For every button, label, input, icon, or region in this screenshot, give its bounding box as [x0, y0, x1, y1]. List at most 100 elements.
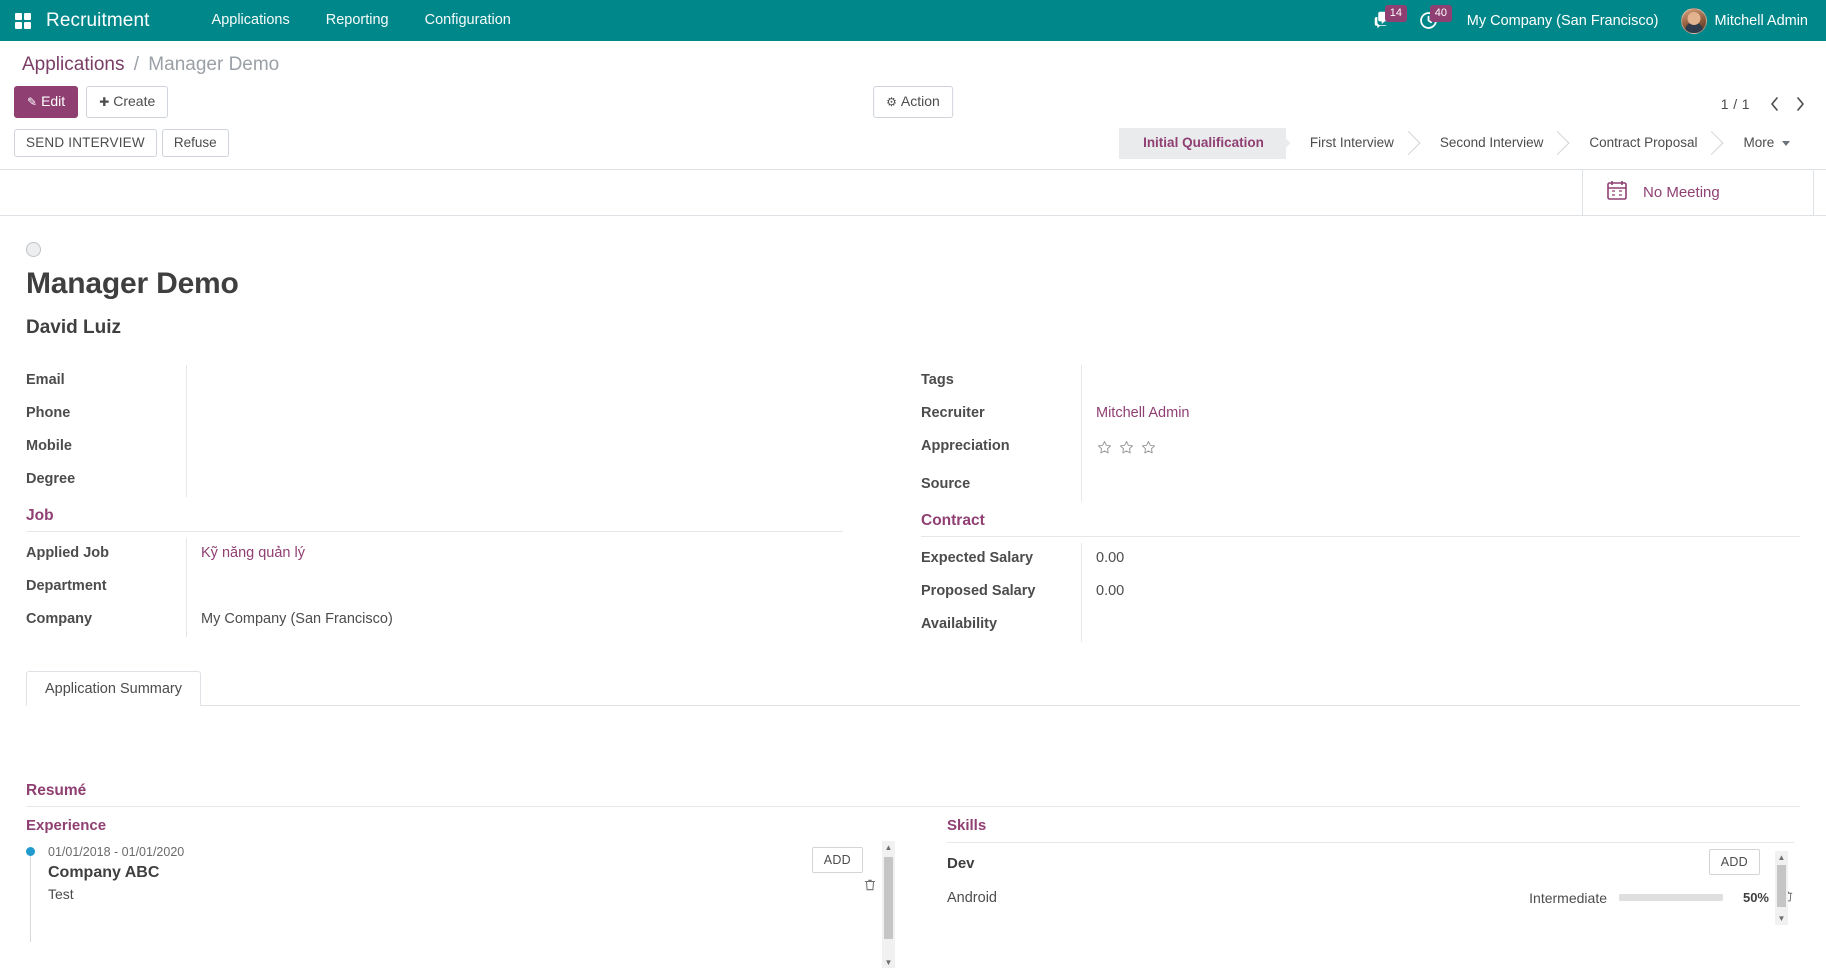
field-label: Appreciation: [921, 431, 1081, 463]
tab-application-summary[interactable]: Application Summary: [26, 671, 201, 706]
scroll-down-icon[interactable]: ▼: [882, 956, 895, 968]
field-value[interactable]: [186, 571, 843, 604]
stage-more-dropdown[interactable]: More: [1719, 128, 1812, 159]
stage-statusbar: Initial Qualification First Interview Se…: [1119, 128, 1812, 159]
skill-category-name: Dev: [947, 855, 975, 872]
skill-row: Android Intermediate 50%: [947, 883, 1794, 913]
field-value[interactable]: [186, 365, 843, 398]
field-label: Phone: [26, 398, 186, 430]
field-value[interactable]: [186, 464, 843, 497]
skills-column: Skills Dev ADD ▲ ▼ Android Intermediate: [913, 811, 1800, 913]
user-name: Mitchell Admin: [1715, 13, 1808, 29]
recruiter-link[interactable]: Mitchell Admin: [1096, 405, 1189, 421]
action-button[interactable]: ⚙Action: [873, 86, 953, 118]
field-label: Recruiter: [921, 398, 1081, 430]
meeting-smart-button[interactable]: No Meeting: [1582, 170, 1814, 215]
experience-scrollbar[interactable]: ▲ ▼: [882, 841, 895, 968]
stage-second-interview[interactable]: Second Interview: [1416, 128, 1566, 159]
user-menu[interactable]: Mitchell Admin: [1675, 8, 1818, 34]
experience-name[interactable]: Company ABC: [48, 864, 877, 882]
scroll-down-icon[interactable]: ▼: [1775, 912, 1788, 925]
pager-next-button[interactable]: [1788, 92, 1812, 116]
breadcrumb: Applications / Manager Demo: [0, 41, 1826, 82]
field-value[interactable]: [186, 398, 843, 431]
field-groups: Email Phone Mobile Degree Job Appli: [26, 365, 1800, 642]
field-value[interactable]: [1081, 609, 1800, 642]
refuse-button[interactable]: Refuse: [162, 129, 229, 157]
calendar-icon: [1605, 178, 1629, 207]
field-label: Mobile: [26, 431, 186, 463]
experience-date-range: 01/01/2018 - 01/01/2020: [48, 842, 877, 862]
field-value[interactable]: [1081, 365, 1800, 398]
control-panel: ✎Edit ✚Create ⚙Action 1 / 1: [0, 82, 1826, 122]
stage-contract-proposal[interactable]: Contract Proposal: [1565, 128, 1719, 159]
stage-initial-qualification[interactable]: Initial Qualification: [1119, 128, 1286, 159]
field-label: Email: [26, 365, 186, 397]
field-value: [1081, 431, 1800, 469]
activities-button[interactable]: 40: [1406, 0, 1451, 41]
priority-circle-icon[interactable]: [26, 242, 41, 257]
form-sheet: No Meeting Manager Demo David Luiz Email…: [0, 170, 1826, 913]
skill-name[interactable]: Android: [947, 890, 1517, 906]
stage-label: More: [1743, 135, 1774, 150]
field-value[interactable]: Mitchell Admin: [1081, 398, 1800, 431]
field-value[interactable]: [186, 431, 843, 464]
skills-scrollbar[interactable]: ▲ ▼: [1775, 851, 1788, 925]
company-switcher[interactable]: My Company (San Francisco): [1451, 13, 1675, 29]
scrollbar-thumb[interactable]: [884, 857, 893, 939]
pencil-icon: ✎: [27, 95, 37, 109]
avatar: [1681, 8, 1707, 34]
skills-add-button[interactable]: ADD: [1709, 849, 1760, 875]
menu-item-applications[interactable]: Applications: [194, 0, 308, 41]
field-value[interactable]: 0.00: [1081, 543, 1800, 576]
field-value[interactable]: 0.00: [1081, 576, 1800, 609]
partner-name: David Luiz: [26, 317, 1800, 339]
star-icon-1[interactable]: [1096, 439, 1113, 463]
timeline-dot-icon: [26, 847, 35, 856]
right-column: Tags Recruiter Mitchell Admin Appreciati…: [913, 365, 1800, 642]
field-value[interactable]: Kỹ năng quản lý: [186, 538, 843, 571]
chevron-down-icon: [1782, 141, 1790, 146]
statusbar-row: SEND INTERVIEW Refuse Initial Qualificat…: [0, 128, 1826, 170]
messages-button[interactable]: 14: [1361, 0, 1406, 41]
applied-job-link[interactable]: Kỹ năng quản lý: [201, 545, 305, 561]
experience-title: Experience: [26, 811, 877, 842]
breadcrumb-current: Manager Demo: [148, 54, 279, 75]
app-brand-recruitment[interactable]: Recruitment: [46, 10, 156, 32]
field-degree: Degree: [26, 464, 843, 497]
edit-button[interactable]: ✎Edit: [14, 86, 78, 118]
pager-previous-button[interactable]: [1762, 92, 1786, 116]
field-label: Tags: [921, 365, 1081, 397]
pager: 1 / 1: [1721, 86, 1812, 116]
scroll-up-icon[interactable]: ▲: [1775, 851, 1788, 864]
field-value[interactable]: [1081, 469, 1800, 502]
scrollbar-thumb[interactable]: [1777, 865, 1786, 907]
chevron-left-icon: [1770, 97, 1779, 111]
create-button[interactable]: ✚Create: [86, 86, 168, 118]
workflow-buttons: SEND INTERVIEW Refuse: [14, 129, 229, 157]
field-label: Company: [26, 604, 186, 636]
apps-grid-icon[interactable]: [0, 0, 46, 41]
skills-title: Skills: [947, 811, 1794, 843]
field-company: Company My Company (San Francisco): [26, 604, 843, 637]
breadcrumb-parent[interactable]: Applications: [22, 54, 124, 75]
breadcrumb-separator: /: [134, 54, 139, 75]
smart-button-row: No Meeting: [0, 170, 1826, 216]
action-button-label: Action: [901, 93, 940, 109]
menu-item-configuration[interactable]: Configuration: [407, 0, 529, 41]
star-icon-2[interactable]: [1118, 439, 1135, 463]
experience-column: Experience ADD ▲ ▼ 01/01/2018 - 01/0: [26, 811, 913, 913]
send-interview-button[interactable]: SEND INTERVIEW: [14, 129, 157, 157]
star-icon-3[interactable]: [1140, 439, 1157, 463]
scroll-up-icon[interactable]: ▲: [882, 841, 895, 854]
skill-progress-bar: [1619, 894, 1723, 901]
notebook-page-content[interactable]: [26, 706, 1800, 778]
field-phone: Phone: [26, 398, 843, 431]
menu-item-reporting[interactable]: Reporting: [308, 0, 407, 41]
field-value[interactable]: My Company (San Francisco): [186, 604, 843, 637]
stage-label: Initial Qualification: [1143, 135, 1264, 150]
top-navbar: Recruitment Applications Reporting Confi…: [0, 0, 1826, 41]
pager-value: 1 / 1: [1721, 96, 1750, 112]
stage-label: Contract Proposal: [1589, 135, 1697, 150]
stage-first-interview[interactable]: First Interview: [1286, 128, 1416, 159]
